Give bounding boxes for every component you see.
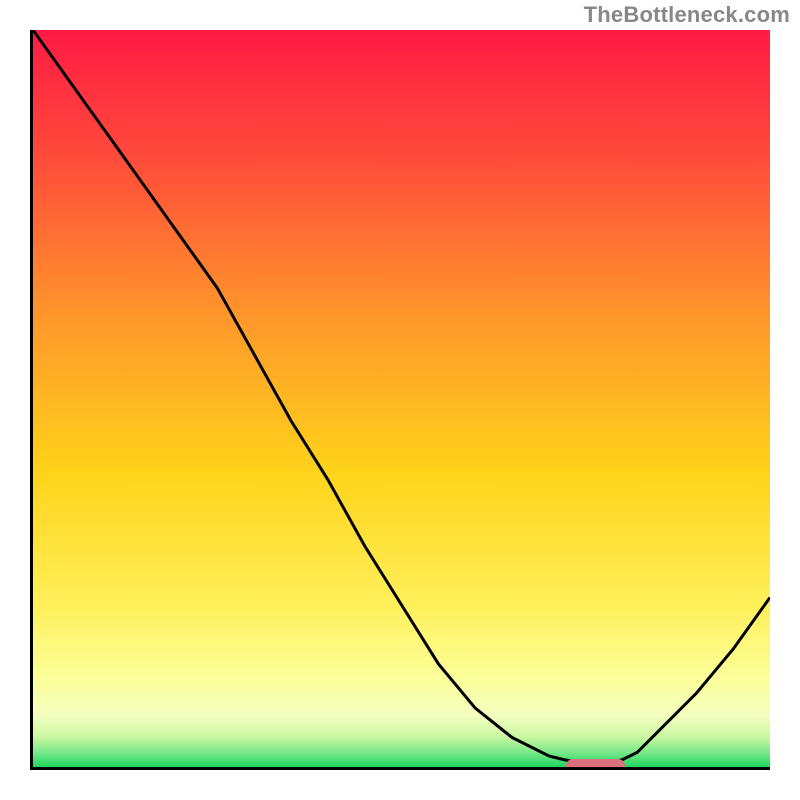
chart-plot-area — [30, 30, 770, 770]
optimal-range-marker — [566, 759, 625, 770]
watermark-text: TheBottleneck.com — [584, 2, 790, 28]
bottleneck-curve — [33, 30, 770, 767]
